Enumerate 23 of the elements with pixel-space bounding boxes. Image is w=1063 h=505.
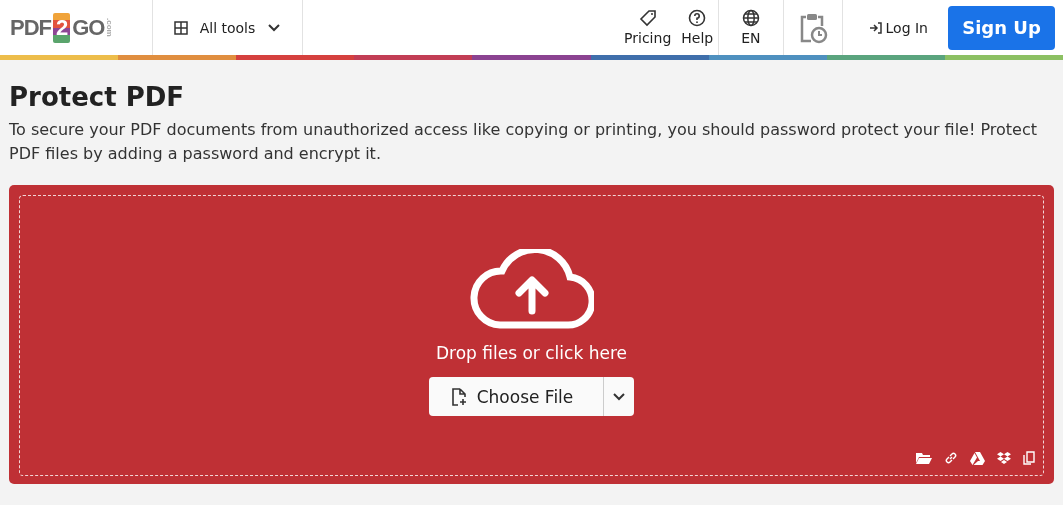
pricing-link[interactable]: Pricing	[619, 9, 677, 46]
language-selector[interactable]: EN	[719, 9, 783, 46]
help-link[interactable]: Help	[676, 9, 719, 46]
drop-prompt: Drop files or click here	[436, 343, 627, 363]
file-add-icon	[450, 387, 467, 406]
page-title: Protect PDF	[9, 81, 186, 112]
chevron-down-icon	[267, 22, 282, 33]
sign-up-button[interactable]: Sign Up	[948, 5, 1055, 50]
help-icon	[688, 9, 707, 27]
grid-icon	[173, 20, 188, 35]
cloud-upload-icon	[469, 249, 594, 329]
login-link[interactable]: Log In	[842, 19, 948, 36]
link-icon[interactable]	[944, 451, 958, 465]
sign-in-icon	[868, 21, 882, 34]
chevron-down-icon	[612, 391, 627, 402]
folder-icon[interactable]	[916, 452, 932, 464]
copy-icon[interactable]	[1023, 451, 1035, 465]
globe-icon	[741, 9, 760, 27]
tag-icon	[638, 9, 657, 27]
drop-zone[interactable]: Drop files or click here Choose File	[9, 185, 1054, 484]
drive-icon[interactable]	[970, 451, 985, 465]
dropbox-icon[interactable]	[997, 451, 1011, 465]
page-description: To secure your PDF documents from unauthorized access like copying or printing, you should password protect your file! Protect PDF files by adding a password and encrypt it.	[9, 119, 1038, 165]
